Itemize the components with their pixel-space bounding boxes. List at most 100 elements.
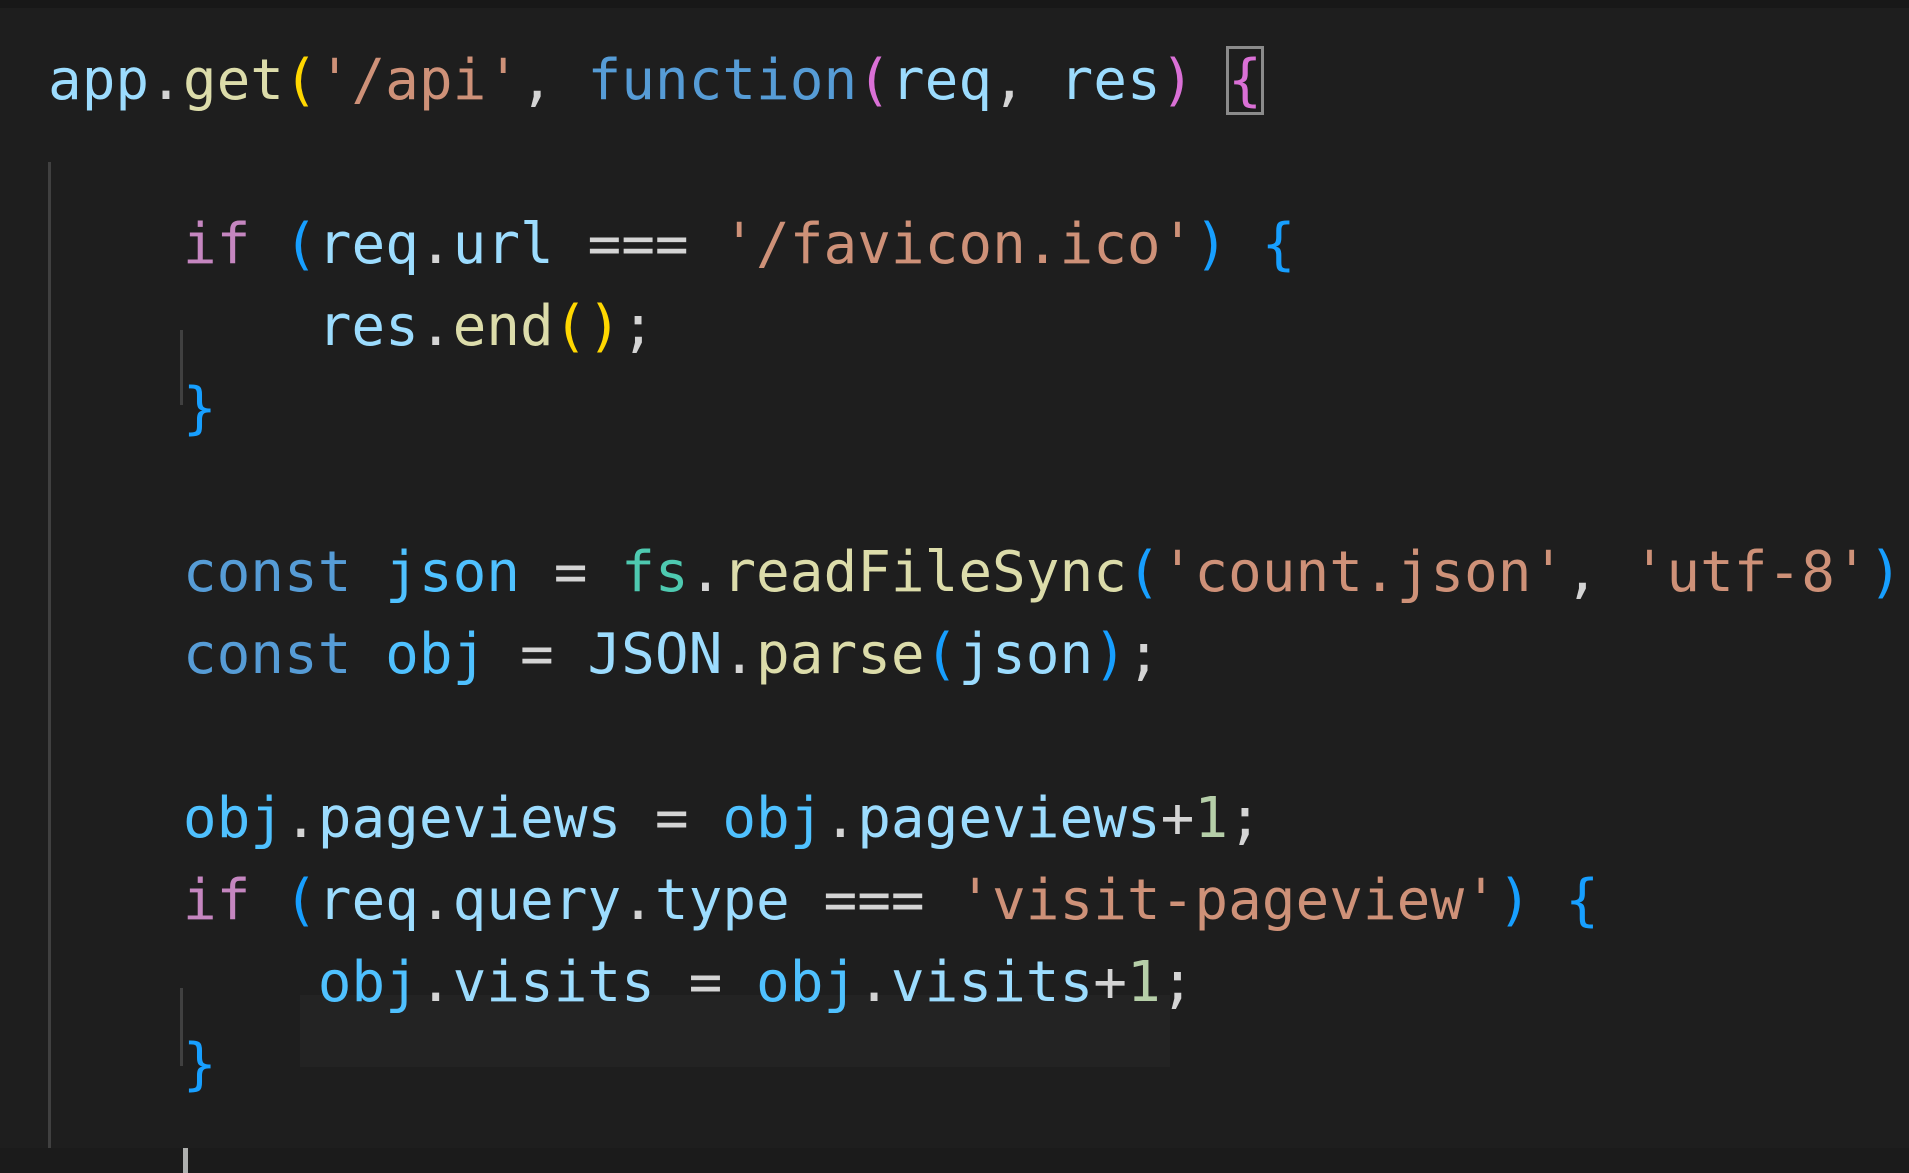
code-token: get: [182, 48, 285, 113]
code-token: =: [621, 786, 723, 851]
code-token: 'visit-pageview': [958, 868, 1498, 933]
code-token: (: [924, 622, 959, 687]
code-token: fs: [621, 540, 689, 605]
code-token: =: [654, 950, 757, 1015]
code-token: ===: [553, 212, 723, 277]
code-token: ,: [1565, 540, 1633, 605]
code-token: 'count.json': [1160, 540, 1566, 605]
code-token: .: [418, 294, 453, 359]
code-token: '/api': [317, 48, 521, 113]
code-token: res: [317, 294, 419, 359]
code-token: {: [1565, 868, 1599, 933]
code-token: ,: [992, 48, 1060, 113]
code-token: 'utf-8': [1632, 540, 1869, 605]
code-line[interactable]: res.end();: [48, 286, 655, 368]
code-token: ;: [1160, 950, 1195, 1015]
code-token: const: [182, 540, 352, 605]
code-token: if: [182, 212, 251, 277]
text-cursor: [183, 1148, 188, 1173]
code-token: .: [418, 212, 453, 277]
code-token: obj: [756, 950, 858, 1015]
code-line[interactable]: const obj = JSON.parse(json);: [48, 614, 1161, 696]
code-token: {: [1261, 212, 1296, 277]
code-line[interactable]: app.get('/api', function(req, res) {: [48, 40, 1264, 122]
code-token: obj: [722, 786, 824, 851]
code-token: pageviews: [857, 786, 1161, 851]
code-token: (: [284, 48, 318, 113]
code-token: visits: [452, 950, 655, 1015]
code-token: ;: [1228, 786, 1262, 851]
code-token: .: [284, 786, 318, 851]
code-token: pageviews: [317, 786, 622, 851]
code-token: .: [149, 48, 183, 113]
code-token: +: [1093, 950, 1127, 1015]
code-line[interactable]: const json = fs.readFileSync('count.json…: [48, 532, 1909, 614]
code-token: (: [284, 212, 318, 277]
code-line[interactable]: if (req.url === '/favicon.ico') {: [48, 204, 1296, 286]
code-token: app: [48, 48, 150, 113]
code-token: (: [857, 48, 891, 113]
code-token: req: [317, 212, 419, 277]
code-token: ;: [621, 294, 655, 359]
code-token: (): [553, 294, 622, 359]
code-token: '/favicon.ico': [722, 212, 1195, 277]
code-token: ): [1194, 212, 1229, 277]
code-token: parse: [756, 622, 925, 687]
code-token: .: [688, 540, 723, 605]
code-token: type: [654, 868, 790, 933]
code-token: }: [182, 1032, 217, 1097]
code-token: .: [823, 786, 858, 851]
code-token: ): [1093, 622, 1127, 687]
code-token: (: [1126, 540, 1161, 605]
code-line[interactable]: obj.visits = obj.visits+1;: [48, 942, 1195, 1024]
code-token: ): [1497, 868, 1532, 933]
code-token: +: [1160, 786, 1195, 851]
code-token: 1: [1194, 786, 1229, 851]
code-token: .: [418, 950, 453, 1015]
code-line[interactable]: obj.pageviews = obj.pageviews+1;: [48, 778, 1262, 860]
code-token: ): [1868, 540, 1903, 605]
code-token: query: [452, 868, 622, 933]
code-line[interactable]: }: [48, 1024, 217, 1106]
code-editor[interactable]: app.get('/api', function(req, res) { if …: [0, 0, 1909, 1173]
code-token: end: [452, 294, 554, 359]
matched-bracket: {: [1226, 46, 1264, 115]
code-token: res: [1059, 48, 1161, 113]
code-token: if: [182, 868, 251, 933]
code-token: url: [452, 212, 554, 277]
code-token: obj: [317, 950, 419, 1015]
code-token: (: [284, 868, 318, 933]
code-token: =: [520, 540, 622, 605]
code-token: ): [1160, 48, 1195, 113]
code-token: ;: [1126, 622, 1161, 687]
code-line[interactable]: }: [48, 368, 217, 450]
code-token: obj: [182, 786, 285, 851]
code-token: json: [958, 622, 1094, 687]
code-token: json: [385, 540, 521, 605]
code-token: visits: [890, 950, 1094, 1015]
code-token: obj: [385, 622, 487, 687]
code-token: ,: [520, 48, 588, 113]
code-token: 1: [1126, 950, 1161, 1015]
code-token: .: [621, 868, 655, 933]
code-line[interactable]: if (req.query.type === 'visit-pageview')…: [48, 860, 1599, 942]
code-token: }: [182, 376, 217, 441]
editor-top-shadow: [0, 0, 1909, 8]
code-token: .: [722, 622, 757, 687]
code-token: ===: [789, 868, 959, 933]
